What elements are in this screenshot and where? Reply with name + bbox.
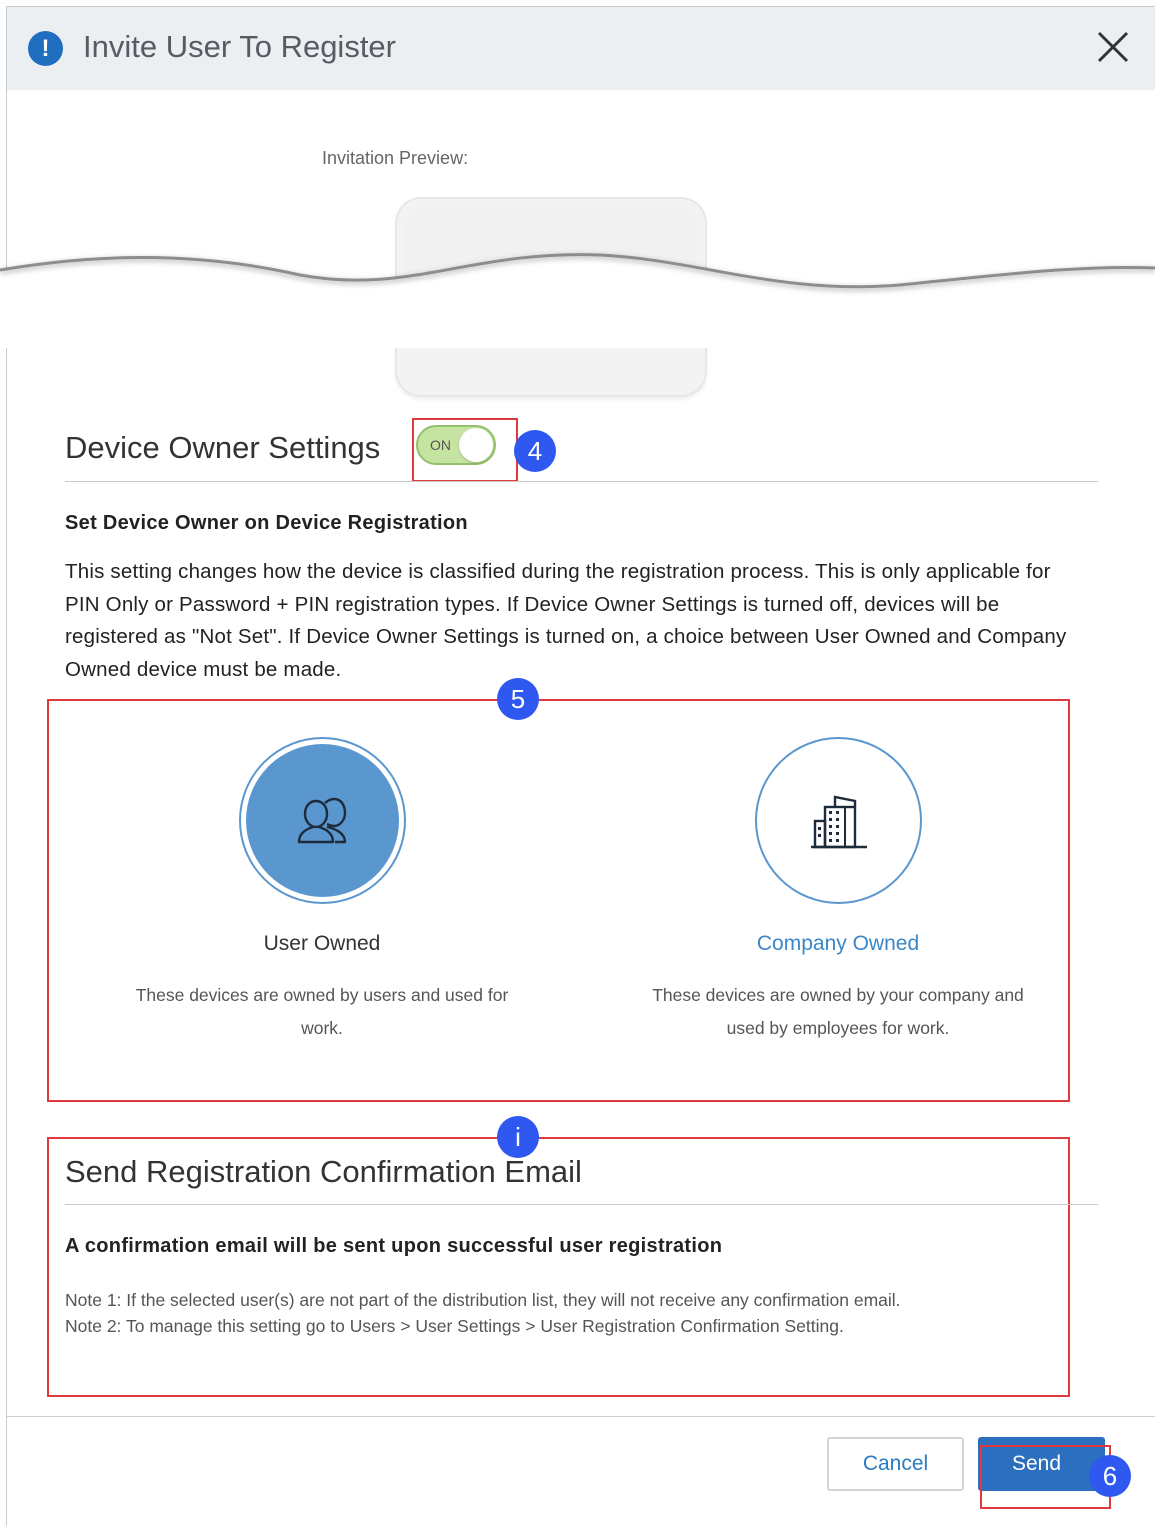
dialog-title: Invite User To Register <box>83 29 396 64</box>
confirmation-subheading: A confirmation email will be sent upon s… <box>65 1235 723 1257</box>
dialog-header: ! Invite User To Register <box>7 7 1155 90</box>
device-owner-heading: Device Owner Settings <box>65 430 381 465</box>
highlight-toggle-box <box>412 418 518 482</box>
callout-badge-5: 5 <box>497 678 539 720</box>
callout-badge-6: 6 <box>1089 1455 1131 1497</box>
section-divider <box>65 1204 1098 1205</box>
device-owner-subheading: Set Device Owner on Device Registration <box>65 512 468 534</box>
company-owned-circle <box>755 737 922 904</box>
callout-badge-4: 4 <box>514 430 556 472</box>
building-icon <box>811 795 867 849</box>
company-owned-option[interactable]: Company Owned These devices are owned by… <box>638 737 1038 1077</box>
device-owner-description: This setting changes how the device is c… <box>65 560 1067 681</box>
confirmation-note-2: Note 2: To manage this setting go to Use… <box>65 1316 844 1336</box>
close-button[interactable] <box>1093 27 1133 67</box>
torn-edge-separator <box>0 253 1155 348</box>
callout-badge-i: i <box>497 1116 539 1158</box>
company-owned-label: Company Owned <box>756 932 920 955</box>
invitation-preview-label: Invitation Preview: <box>322 148 469 168</box>
user-owned-circle <box>239 737 406 904</box>
close-x-icon <box>1097 31 1129 63</box>
user-owned-label: User Owned <box>263 932 381 955</box>
users-icon <box>297 797 347 844</box>
company-owned-description: These devices are owned by your company … <box>652 985 1024 1038</box>
footer-divider <box>6 1416 1155 1417</box>
user-owned-description: These devices are owned by users and use… <box>135 985 509 1038</box>
user-owned-option[interactable]: User Owned These devices are owned by us… <box>122 737 522 1057</box>
confirmation-note-1: Note 1: If the selected user(s) are not … <box>65 1290 901 1310</box>
cancel-button[interactable]: Cancel <box>827 1437 964 1491</box>
exclamation-info-icon: ! <box>28 31 63 66</box>
confirmation-heading: Send Registration Confirmation Email <box>65 1154 582 1189</box>
section-divider <box>65 481 1098 482</box>
